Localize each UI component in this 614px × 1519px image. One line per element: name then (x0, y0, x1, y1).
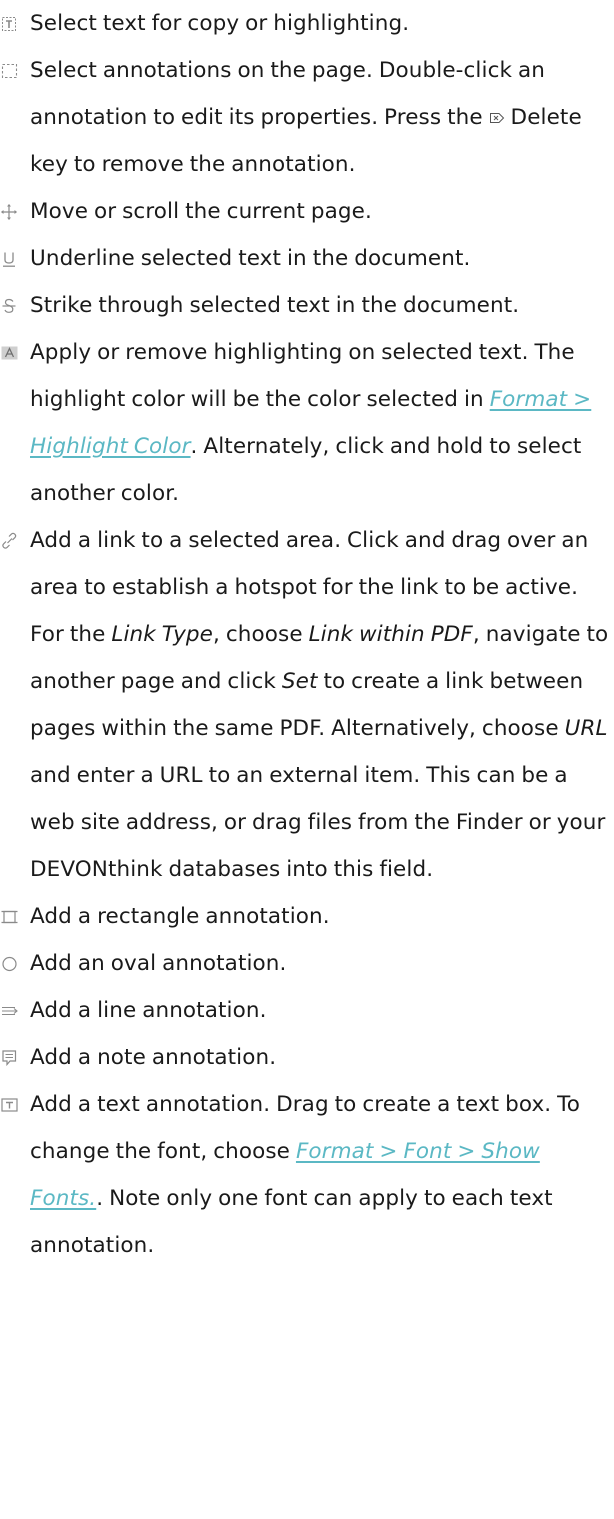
item-text: Select annotations on the page. Double-c… (30, 58, 545, 130)
item-text: Underline selected text in the document. (30, 246, 471, 271)
item-text: Add a line annotation. (30, 998, 267, 1023)
list-item-link: Add a link to a selected area. Click and… (0, 517, 614, 893)
list-item-rectangle: Add a rectangle annotation. (0, 893, 614, 940)
list-item-underline: Underline selected text in the document. (0, 235, 614, 282)
note-icon (0, 1049, 20, 1067)
list-item-text-annotation: Add a text annotation. Drag to create a … (0, 1081, 614, 1269)
oval-icon (0, 955, 20, 973)
list-item-select-text: Select text for copy or highlighting. (0, 0, 614, 47)
list-item-oval: Add an oval annotation. (0, 940, 614, 987)
rectangle-icon (0, 908, 20, 926)
item-text: Strike through selected text in the docu… (30, 293, 520, 318)
list-item-move: Move or scroll the current page. (0, 188, 614, 235)
list-item-note: Add a note annotation. (0, 1034, 614, 1081)
item-text-cont: , choose (213, 622, 309, 647)
text-box-icon (0, 1096, 20, 1114)
link-type-term: Link Type (111, 622, 213, 647)
item-text: Add a rectangle annotation. (30, 904, 330, 929)
item-text-cont: . Note only one font can apply to each t… (30, 1186, 553, 1258)
delete-key-icon (489, 111, 505, 125)
line-icon (0, 1002, 20, 1020)
highlight-icon (0, 344, 20, 362)
item-text-cont: and enter a URL to an external item. Thi… (30, 763, 606, 882)
annotation-select-icon (0, 62, 20, 80)
item-text: Add an oval annotation. (30, 951, 287, 976)
underline-icon (0, 250, 20, 268)
list-item-select-annotations: Select annotations on the page. Double-c… (0, 47, 614, 188)
item-text: Add a note annotation. (30, 1045, 277, 1070)
item-text: Move or scroll the current page. (30, 199, 372, 224)
strikethrough-icon (0, 297, 20, 315)
link-icon (0, 532, 20, 550)
text-select-icon (0, 15, 20, 33)
link-within-pdf-term: Link within PDF (308, 622, 473, 647)
set-term: Set (281, 669, 318, 694)
list-item-line: Add a line annotation. (0, 987, 614, 1034)
move-icon (0, 203, 20, 221)
toolbar-help-list: Select text for copy or highlighting. Se… (0, 0, 614, 1519)
list-item-highlight: Apply or remove highlighting on selected… (0, 329, 614, 517)
url-term: URL (564, 716, 608, 741)
list-item-strikethrough: Strike through selected text in the docu… (0, 282, 614, 329)
item-text: Select text for copy or highlighting. (30, 11, 410, 36)
